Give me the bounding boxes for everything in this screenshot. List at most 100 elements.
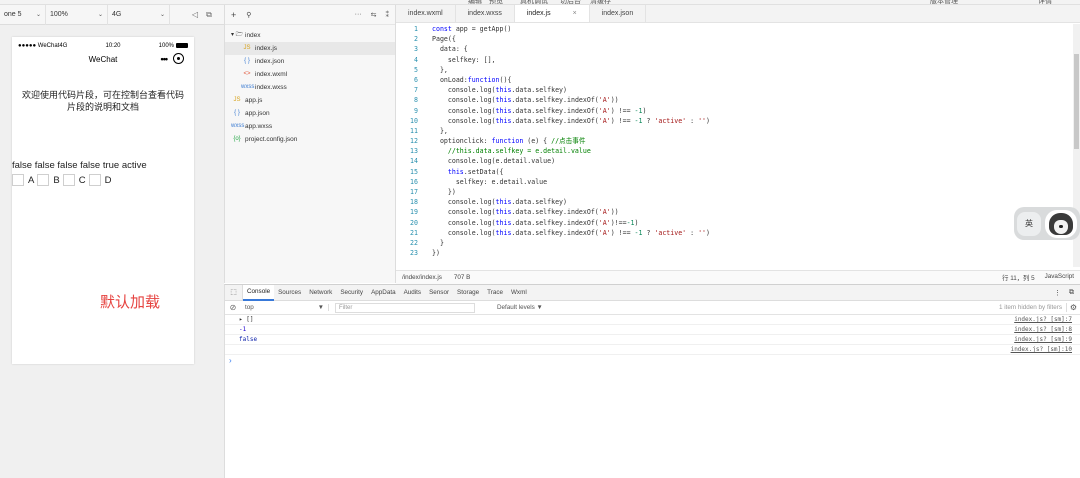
file-tree-item[interactable]: wxss index.wxss <box>225 81 395 94</box>
devtools-tab[interactable]: Sensor <box>425 285 453 301</box>
code-line: 20 console.log(this.data.selfkey.indexOf… <box>396 218 1072 228</box>
code-area[interactable]: 1 const app = getApp() 2 Page({3 data: {4 s… <box>396 24 1072 267</box>
network-text: 4G <box>59 43 68 49</box>
zoom-select[interactable]: 100% ⌄ <box>46 4 108 25</box>
line-number: 21 <box>410 228 418 237</box>
close-tab-icon[interactable]: × <box>573 10 577 17</box>
devtools-tab[interactable]: Storage <box>453 285 483 301</box>
dropdown-arrow-icon: ▼ <box>317 304 324 311</box>
code-line: 15 this.setData({ <box>396 167 1072 177</box>
code-text: selfkey: [], <box>432 55 496 64</box>
file-tree-item[interactable]: wxss app.wxss <box>225 120 395 133</box>
filter-input[interactable]: Filter <box>335 302 475 313</box>
console-prompt[interactable]: › <box>225 355 1080 367</box>
zoom-select-value: 100% <box>50 11 68 18</box>
editor-tab[interactable]: index.wxml <box>396 5 456 22</box>
ime-widget[interactable]: 英 <box>1014 207 1080 240</box>
more-icon[interactable]: ··· <box>355 11 362 19</box>
console-source-link[interactable]: index.js? [sm]:10 <box>1011 345 1080 354</box>
file-size: 707 B <box>453 274 471 281</box>
file-tree-item[interactable]: { } app.json <box>225 107 395 120</box>
file-tree-item[interactable]: JS index.js <box>225 42 395 55</box>
inspect-element-icon[interactable]: ⬚ <box>225 284 243 301</box>
line-number: 12 <box>410 137 418 146</box>
context-select[interactable]: top ▼ <box>241 304 329 311</box>
checkbox-c[interactable] <box>62 174 75 186</box>
file-tree-item[interactable]: { } index.json <box>225 55 395 68</box>
file-tree-item[interactable]: ▾ 🗁 index <box>225 29 395 42</box>
ime-language-toggle[interactable]: 英 <box>1017 211 1041 236</box>
detach-window-icon[interactable]: ⧉ <box>204 10 214 20</box>
gear-icon[interactable]: ⚙ <box>1066 303 1080 312</box>
code-text: }) <box>432 188 456 196</box>
editor-scrollbar-thumb[interactable] <box>1074 54 1079 149</box>
add-file-icon[interactable]: + <box>231 10 236 20</box>
code-line: 8 console.log(this.data.selfkey.indexOf(… <box>396 95 1072 105</box>
simulator-toolbar: one 5 ⌄ 100% ⌄ 4G ⌄ ◁ ⧉ <box>0 4 224 25</box>
volume-icon[interactable]: ◁ <box>190 10 200 20</box>
language-mode[interactable]: JavaScript <box>1045 273 1074 282</box>
device-select[interactable]: one 5 ⌄ <box>0 4 46 25</box>
editor-tab[interactable]: index.js × <box>514 5 590 22</box>
more-options-icon[interactable]: ⋮ <box>1054 289 1061 297</box>
checkbox-label: D <box>104 174 112 186</box>
intro-text: 欢迎使用代码片段，可在控制台查看代码片段的说明和文档 <box>22 90 185 112</box>
capsule-menu[interactable]: ••• <box>161 53 184 64</box>
devtools-tab[interactable]: Network <box>305 285 336 301</box>
clear-console-icon[interactable]: ⊘ <box>225 303 241 312</box>
close-capsule-icon[interactable] <box>173 53 184 64</box>
collapse-icon[interactable]: ⇆ <box>371 11 377 19</box>
code-text: console.log(this.data.selfkey.indexOf('A… <box>432 208 619 217</box>
file-type-icon: { } <box>244 58 250 64</box>
file-type-icon: JS <box>233 97 241 103</box>
ime-language-label: 英 <box>1025 219 1033 228</box>
devtools-tab[interactable]: AppData <box>367 285 400 301</box>
console-source-link[interactable]: index.js? [sm]:8 <box>1014 325 1080 334</box>
cursor-position[interactable]: 行 11，列 5 <box>1002 273 1034 282</box>
devtools-tab[interactable]: Console <box>243 284 275 301</box>
layout-icon[interactable]: ⁑ <box>386 11 390 19</box>
console-message-text[interactable]: ▸ [] <box>239 315 253 324</box>
editor-tab[interactable]: index.json <box>590 5 647 22</box>
search-icon[interactable]: ⚲ <box>246 11 251 19</box>
code-text: console.log(this.data.selfkey) <box>432 198 567 207</box>
editor-tab-label: index.js <box>526 10 551 17</box>
devtools-tab[interactable]: Wxml <box>507 285 531 301</box>
default-load-text: 默认加载 <box>100 293 161 311</box>
devtools-tab[interactable]: Security <box>336 285 367 301</box>
code-text: selfkey: e.detail.value <box>432 177 548 186</box>
devtools-tab[interactable]: Audits <box>400 285 426 301</box>
code-line: 4 selfkey: [], <box>396 55 1072 65</box>
code-line: 12 optionclick: function (e) { //点击事件 <box>396 136 1072 146</box>
battery-label: 100% <box>159 42 188 49</box>
devtools-tab[interactable]: Sources <box>274 285 305 301</box>
more-dots-icon[interactable]: ••• <box>161 54 169 64</box>
file-list: ▾ 🗁 index JS index.js { } index.json <> index.w… <box>225 25 395 146</box>
console-message: index.js? [sm]:10 <box>225 345 1080 355</box>
chevron-down-icon: ⌄ <box>35 12 41 18</box>
code-text: console.log(this.data.selfkey.indexOf('A… <box>432 218 639 227</box>
checkbox-d[interactable] <box>88 174 101 186</box>
line-number: 19 <box>410 208 418 217</box>
network-select[interactable]: 4G ⌄ <box>108 4 170 25</box>
file-tree-item[interactable]: JS app.js <box>225 94 395 107</box>
editor-tab-label: index.json <box>601 10 634 17</box>
log-levels-select[interactable]: Default levels ▼ <box>497 304 543 311</box>
dock-icon[interactable]: ⧉ <box>1069 289 1074 297</box>
phone-screen: ●●●●● WeChat4G 10:20 100% WeChat ••• 欢迎使… <box>12 37 194 364</box>
checkbox-a[interactable] <box>12 174 24 186</box>
editor-status-bar: /index/index.js 707 B 行 11，列 5 JavaScrip… <box>396 270 1080 284</box>
console-source-link[interactable]: index.js? [sm]:9 <box>1014 335 1080 344</box>
console-source-link[interactable]: index.js? [sm]:7 <box>1014 315 1080 324</box>
battery-icon <box>176 42 188 48</box>
line-number: 5 <box>414 65 418 74</box>
checkbox-b[interactable] <box>37 174 50 186</box>
editor-tab[interactable]: index.wxss <box>456 5 515 22</box>
code-line: 9 console.log(this.data.selfkey.indexOf(… <box>396 106 1072 116</box>
editor-tab-label: index.wxml <box>408 10 443 17</box>
devtools-tab[interactable]: Trace <box>483 285 507 301</box>
file-tree-item[interactable]: <> index.wxml <box>225 68 395 81</box>
file-tree-item[interactable]: {o} project.config.json <box>225 133 395 146</box>
device-select-value: one 5 <box>4 11 22 18</box>
clock-label: 10:20 <box>105 43 121 49</box>
